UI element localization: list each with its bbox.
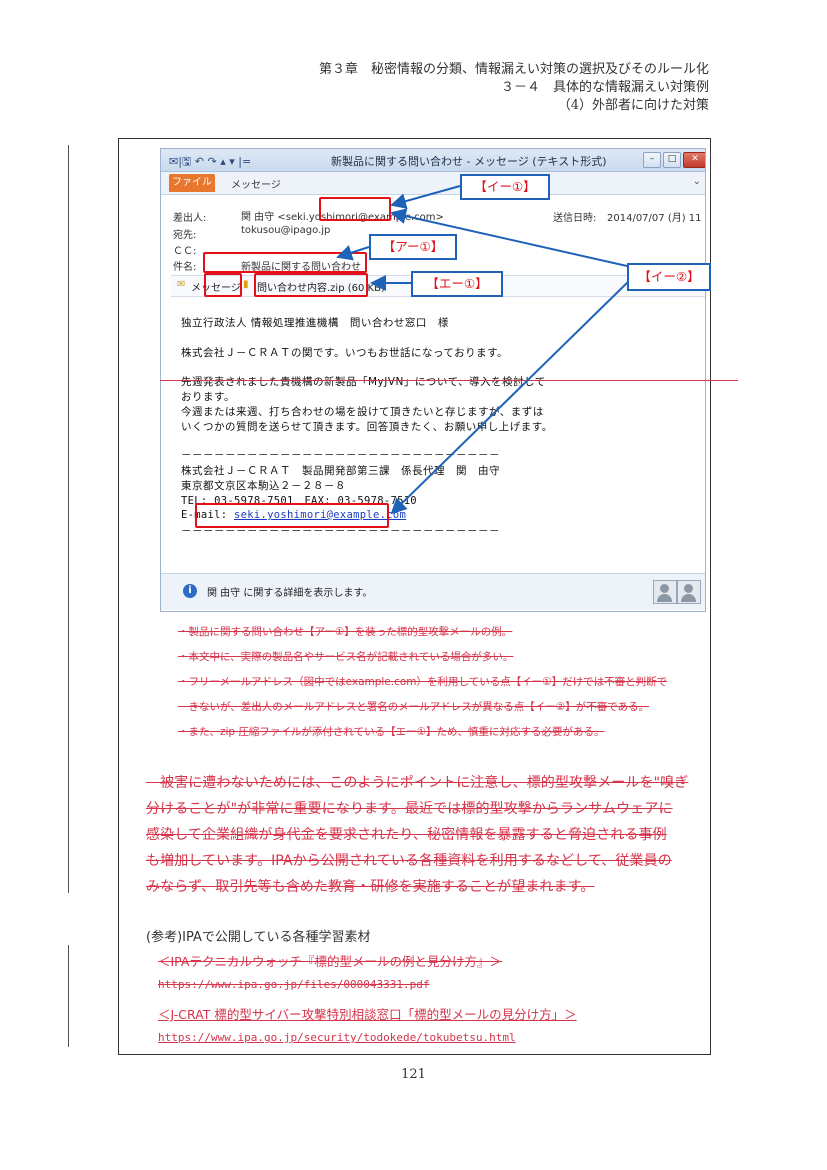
body-paragraph-line: 分けることが"が非常に重要になります。最近では標的型攻撃からランサムウェアに — [146, 801, 673, 817]
separator-line: －－－－－－－－－－－－－－－－－－－－－－－－－－－－－ — [181, 449, 500, 461]
signature-line: 東京都文京区本駒込２－２８－８ — [181, 480, 346, 492]
body-line: 今週または来週、打ち合わせの場を設けて頂きたいと存じますが、まずは — [181, 406, 544, 418]
highlight-subject — [203, 252, 367, 273]
tab-message[interactable]: メッセージ — [231, 176, 281, 191]
subject-label: 件名: — [173, 262, 197, 273]
body-paragraph-line: 感染して企業組織が身代金を要求されたり、秘密情報を暴露すると脅迫される事例 — [146, 827, 667, 843]
reference-1-url[interactable]: https://www.ipa.go.jp/files/000043331.pd… — [158, 978, 430, 991]
body-line: いくつかの質問を送らせて頂きます。回答頂きたく、お願い申し上げます。 — [181, 421, 553, 433]
maximize-button[interactable]: □ — [663, 152, 681, 168]
figure-note: ・また、zip 圧縮ファイルが添付されている【エー①】ため、慎重に対応する必要が… — [178, 726, 605, 738]
avatar[interactable] — [653, 580, 677, 604]
sent-label: 送信日時: — [553, 213, 597, 224]
people-pane-text[interactable]: 関 由守 に関する詳細を表示します。 — [207, 584, 372, 599]
zip-file-icon: ▮ — [243, 279, 249, 290]
body-paragraph-line: みならず、取引先等も含めた教育・研修を実施することが望まれます。 — [146, 879, 595, 895]
callout-e1: 【エー①】 — [411, 271, 503, 297]
minimize-button[interactable]: – — [643, 152, 661, 168]
window-title: 新製品に関する問い合わせ - メッセージ (テキスト形式) — [331, 155, 607, 168]
highlight-from-address — [319, 197, 391, 221]
quick-access-toolbar[interactable]: ✉|🖫 ↶ ↷ ▴ ▾ |= — [169, 153, 251, 172]
avatar[interactable] — [677, 580, 701, 604]
envelope-icon: ✉ — [177, 279, 186, 290]
cc-label: ＣＣ: — [173, 246, 197, 257]
info-icon: i — [183, 584, 197, 598]
body-line: おります。 — [181, 391, 235, 403]
chevron-down-icon[interactable]: ⌄ — [693, 176, 701, 187]
highlight-signature-email — [195, 503, 389, 528]
figure-note: きないが、差出人のメールアドレスと署名のメールアドレスが異なる点【イー②】が不審… — [178, 701, 650, 713]
body-line: 先週発表されました貴機構の新製品「MyJVN」について、導入を検討して — [181, 376, 546, 388]
close-button[interactable]: ✕ — [683, 152, 705, 168]
to-label: 宛先: — [173, 230, 197, 241]
body-line: 株式会社Ｊ－ＣＲＡＴの関です。いつもお世話になっております。 — [181, 347, 509, 359]
highlight-attachment — [204, 273, 242, 297]
section-header: ３－４ 具体的な情報漏えい対策例 — [500, 80, 709, 95]
figure-note: ・製品に関する問い合わせ【アー①】を装った標的型攻撃メールの例。 — [178, 626, 513, 638]
revision-rule — [160, 380, 738, 381]
sent-value: 2014/07/07 (月) 11 — [607, 213, 702, 224]
references-title: (参考)IPAで公開している各種学習素材 — [146, 930, 371, 945]
to-value[interactable]: tokusou@ipago.jp — [241, 225, 330, 236]
chapter-header: 第３章 秘密情報の分類、情報漏えい対策の選択及びそのルール化 — [318, 62, 709, 77]
signature-line: 株式会社Ｊ－ＣＲＡＴ 製品開発部第三課 係長代理 関 由守 — [181, 465, 500, 477]
callout-i2: 【イー②】 — [627, 263, 711, 291]
figure-note: ・フリーメールアドレス（図中ではexample.com）を利用している点【イー①… — [178, 676, 668, 688]
body-paragraph-line: も増加しています。IPAから公開されている各種資料を利用するなどして、従業員の — [146, 853, 672, 869]
figure-note: ・本文中に、実際の製品名やサービス名が記載されている場合が多い。 — [178, 651, 514, 663]
window-titlebar: ✉|🖫 ↶ ↷ ▴ ▾ |= 新製品に関する問い合わせ - メッセージ (テキス… — [161, 149, 705, 172]
highlight-zip — [254, 273, 368, 297]
body-paragraph-line: 被害に遭わないためには、このようにポイントに注意し、標的型攻撃メールを"嗅ぎ — [146, 775, 689, 791]
from-label: 差出人: — [173, 213, 207, 224]
subsection-header: （4）外部者に向けた対策 — [557, 98, 709, 113]
revision-bar — [68, 145, 69, 893]
tab-file[interactable]: ファイル — [169, 174, 215, 192]
people-pane: i 関 由守 に関する詳細を表示します。 — [161, 573, 705, 610]
reference-1-title[interactable]: ＜IPAテクニカルウォッチ『標的型メールの例と見分け方』＞ — [158, 951, 502, 970]
callout-a1: 【アー①】 — [369, 234, 457, 260]
reference-2-url[interactable]: https://www.ipa.go.jp/security/todokede/… — [158, 1031, 516, 1044]
callout-i1: 【イー①】 — [460, 174, 550, 200]
ribbon: ファイル メッセージ ⌄ — [161, 172, 705, 195]
body-line: 独立行政法人 情報処理推進機構 問い合わせ窓口 様 — [181, 317, 449, 329]
page-number: 121 — [401, 1067, 426, 1082]
reference-2-title[interactable]: ＜J-CRAT 標的型サイバー攻撃特別相談窓口「標的型メールの見分け方」＞ — [158, 1004, 577, 1023]
revision-bar — [68, 945, 69, 1047]
